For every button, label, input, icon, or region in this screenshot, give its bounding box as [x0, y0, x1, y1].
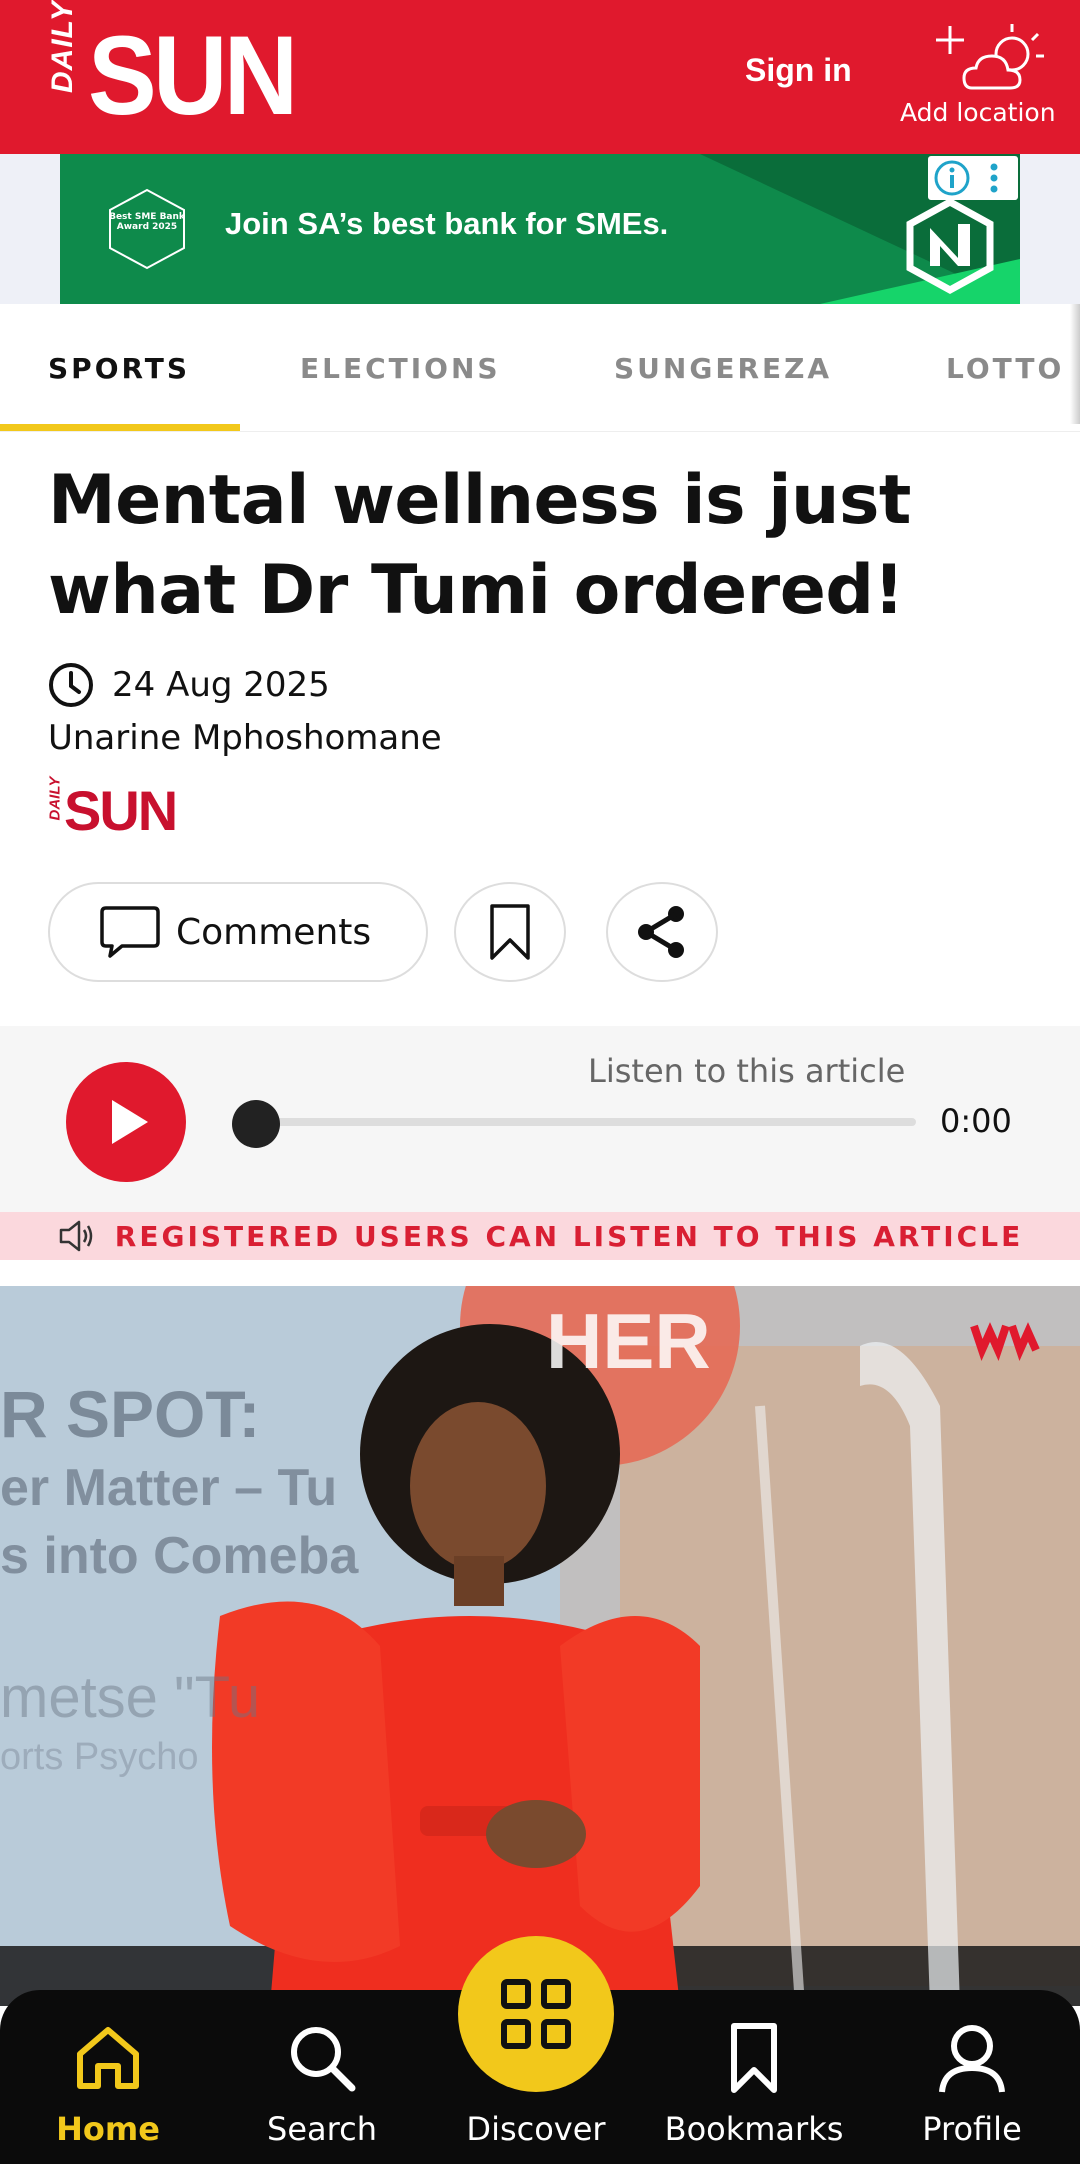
section-tabs: SPORTS ELECTIONS SUNGEREZA LOTTO: [0, 304, 1080, 432]
bookmark-icon: [731, 2023, 777, 2093]
comments-button[interactable]: Comments: [48, 882, 428, 982]
hero-banner-line-3: s into Comeba: [0, 1527, 359, 1585]
info-icon[interactable]: [932, 158, 972, 198]
bank-logo-icon: [906, 198, 994, 294]
search-icon: [291, 2027, 356, 2092]
audio-player: Listen to this article 0:00: [0, 1026, 1080, 1212]
audio-time: 0:00: [940, 1102, 1012, 1140]
registered-notice-text: REGISTERED USERS CAN LISTEN TO THIS ARTI…: [114, 1219, 1024, 1253]
nav-bookmarks-label: Bookmarks: [664, 2110, 844, 2148]
ad-banner[interactable]: Best SME Bank Award 2025 Join SA’s best …: [60, 154, 1020, 304]
hero-sign-her: HER: [546, 1297, 711, 1385]
registered-notice: REGISTERED USERS CAN LISTEN TO THIS ARTI…: [0, 1212, 1080, 1260]
audio-progress-track[interactable]: [240, 1118, 916, 1126]
article-date: 24 Aug 2025: [112, 665, 330, 705]
nav-home-label: Home: [56, 2110, 160, 2148]
tabs-scroll-edge: [1070, 304, 1080, 424]
source-logo: DAILY SUN: [46, 776, 179, 842]
share-icon: [638, 906, 684, 958]
nav-search-label: Search: [267, 2110, 377, 2148]
clock-icon: [49, 663, 93, 707]
comment-icon: [100, 906, 160, 958]
ad-banner-container: Best SME Bank Award 2025 Join SA’s best …: [0, 154, 1080, 304]
bookmark-icon: [490, 904, 530, 960]
nav-discover-label: Discover: [466, 2110, 606, 2148]
play-icon: [112, 1100, 148, 1144]
logo-daily-text: DAILY: [46, 0, 79, 93]
hero-banner-line-1: R SPOT:: [0, 1377, 261, 1451]
home-icon: [77, 2027, 139, 2089]
user-icon: [939, 2025, 1005, 2093]
play-button[interactable]: [66, 1062, 186, 1182]
bookmark-button[interactable]: [454, 882, 566, 982]
app-header: DAILY SUN Sign in Add location: [0, 0, 1080, 154]
daily-sun-logo[interactable]: DAILY SUN: [46, 0, 312, 138]
listen-label: Listen to this article: [588, 1052, 906, 1090]
tab-sungereza[interactable]: SUNGEREZA: [614, 352, 832, 385]
speaker-icon: [59, 1220, 93, 1252]
nav-bookmarks[interactable]: Bookmarks: [664, 2010, 844, 2160]
hero-banner-line-5: orts Psycho: [0, 1736, 199, 1778]
sign-in-button[interactable]: Sign in: [745, 52, 852, 89]
add-location-button[interactable]: Add location: [900, 18, 1060, 138]
share-button[interactable]: [606, 882, 718, 982]
audio-progress-knob[interactable]: [232, 1100, 280, 1148]
tab-elections[interactable]: ELECTIONS: [300, 352, 501, 385]
nav-profile[interactable]: Profile: [882, 2010, 1062, 2160]
article-title: Mental wellness is just what Dr Tumi ord…: [48, 461, 911, 630]
nav-discover[interactable]: Discover: [446, 2010, 626, 2160]
weather-add-icon: [936, 24, 1044, 90]
add-location-label: Add location: [900, 98, 1056, 127]
tab-sports[interactable]: SPORTS: [48, 352, 190, 385]
more-vertical-icon[interactable]: [984, 158, 1004, 198]
active-tab-indicator: [0, 424, 240, 431]
hero-banner-line-4: metse "Tu: [0, 1665, 261, 1730]
tab-lotto[interactable]: LOTTO: [946, 352, 1064, 385]
ad-headline: Join SA’s best bank for SMEs.: [225, 206, 669, 241]
nav-home[interactable]: Home: [18, 2010, 198, 2160]
article-hero-image[interactable]: HER R SPOT: er Matter – Tu s into Comeba…: [0, 1286, 1080, 2006]
hero-banner-line-2: er Matter – Tu: [0, 1459, 338, 1517]
comments-label: Comments: [176, 911, 372, 953]
article-date-row: 24 Aug 2025: [48, 662, 330, 708]
source-logo-daily: DAILY: [46, 776, 64, 820]
nav-profile-label: Profile: [922, 2110, 1022, 2148]
award-badge-text: Best SME Bank Award 2025: [109, 212, 185, 232]
article-author[interactable]: Unarine Mphoshomane: [48, 718, 442, 758]
logo-sun-text: SUN: [88, 13, 298, 138]
source-logo-sun: SUN: [64, 779, 178, 842]
nav-search[interactable]: Search: [232, 2010, 412, 2160]
